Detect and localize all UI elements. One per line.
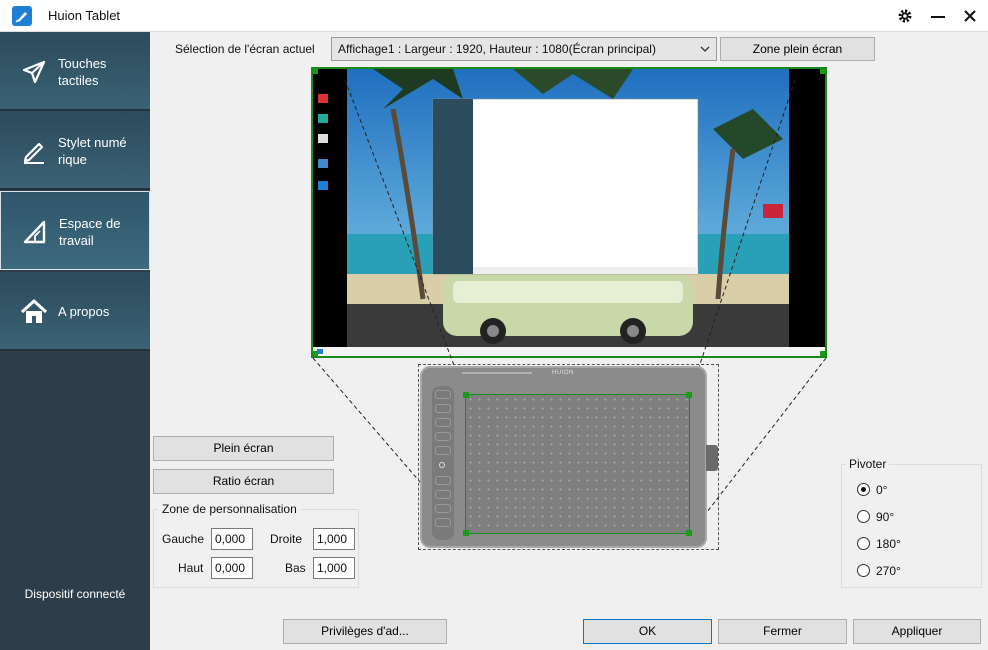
full-screen-button[interactable]: Plein écran (153, 436, 334, 461)
mapping-lines (312, 79, 827, 535)
express-key[interactable] (435, 390, 451, 399)
active-area-corner-handle[interactable] (463, 392, 469, 398)
tablet-indicator-icon (439, 462, 445, 468)
tablet-active-area[interactable] (463, 392, 692, 536)
rotate-radio-90[interactable] (857, 510, 870, 523)
close-button[interactable]: Fermer (718, 619, 847, 644)
ok-button[interactable]: OK (583, 619, 712, 644)
top-label: Haut (178, 561, 204, 575)
rotate-option-label: 180° (876, 537, 901, 551)
express-key[interactable] (435, 446, 451, 455)
tablet-bar (462, 372, 532, 374)
express-key[interactable] (435, 418, 451, 427)
top-input[interactable]: 0,000 (211, 557, 253, 579)
rotate-option-label: 90° (876, 510, 895, 524)
express-key[interactable] (435, 504, 451, 513)
rotate-radio-0[interactable] (857, 483, 870, 496)
tablet-express-keys (432, 386, 454, 540)
screen-ratio-button[interactable]: Ratio écran (153, 469, 334, 494)
admin-privileges-button[interactable]: Privilèges d'ad... (283, 619, 447, 644)
left-input[interactable]: 0,000 (211, 528, 253, 550)
express-key[interactable] (435, 476, 451, 485)
right-label: Droite (270, 532, 303, 546)
bottom-label: Bas (285, 561, 306, 575)
left-label: Gauche (162, 532, 205, 546)
rotate-radio-180[interactable] (857, 537, 870, 550)
tablet-brand: HUION (552, 370, 574, 376)
express-key[interactable] (435, 490, 451, 499)
right-input[interactable]: 1,000 (313, 528, 355, 550)
express-key[interactable] (435, 518, 451, 527)
rotate-option-label: 0° (876, 483, 888, 497)
express-key[interactable] (435, 432, 451, 441)
custom-zone-title: Zone de personnalisation (158, 502, 301, 516)
rotate-radio-270[interactable] (857, 564, 870, 577)
rotate-title: Pivoter (846, 457, 890, 471)
express-key[interactable] (435, 404, 451, 413)
bottom-input[interactable]: 1,000 (313, 557, 355, 579)
apply-button[interactable]: Appliquer (853, 619, 981, 644)
active-area-corner-handle[interactable] (686, 392, 692, 398)
active-area-corner-handle[interactable] (463, 530, 469, 536)
rotate-option-label: 270° (876, 564, 901, 578)
active-area-corner-handle[interactable] (686, 530, 692, 536)
tablet-usb-tab (706, 445, 718, 471)
